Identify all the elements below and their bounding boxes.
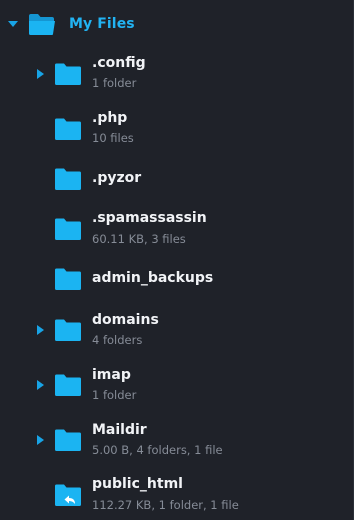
chevron-right-icon[interactable] xyxy=(37,69,44,79)
item-meta: 4 folders xyxy=(92,333,143,347)
tree-item-pyzor[interactable]: .pyzor xyxy=(0,158,353,210)
item-meta: 5.00 B, 4 folders, 1 file xyxy=(92,443,223,457)
file-tree: My Files .config 1 folder .php 10 files … xyxy=(0,0,354,520)
tree-item-config[interactable]: .config 1 folder xyxy=(0,48,353,100)
item-name[interactable]: imap xyxy=(92,367,131,383)
item-meta: 1 folder xyxy=(92,76,137,90)
tree-item-imap[interactable]: imap 1 folder xyxy=(0,360,353,412)
root-label[interactable]: My Files xyxy=(69,16,135,32)
chevron-down-icon[interactable] xyxy=(8,21,18,27)
item-meta: 1 folder xyxy=(92,388,137,402)
item-name[interactable]: .config xyxy=(92,55,146,71)
folder-icon xyxy=(54,117,82,141)
item-name[interactable]: domains xyxy=(92,312,159,328)
item-meta: 60.11 KB, 3 files xyxy=(92,232,186,246)
item-name[interactable]: .php xyxy=(92,110,127,126)
folder-icon xyxy=(54,373,82,397)
item-name[interactable]: admin_backups xyxy=(92,270,213,286)
folder-icon xyxy=(54,267,82,291)
tree-item-domains[interactable]: domains 4 folders xyxy=(0,305,353,357)
tree-item-admin-backups[interactable]: admin_backups xyxy=(0,258,353,310)
chevron-right-icon[interactable] xyxy=(37,435,44,445)
item-name[interactable]: public_html xyxy=(92,476,183,492)
folder-icon xyxy=(54,167,82,191)
tree-item-php[interactable]: .php 10 files xyxy=(0,103,353,155)
folder-icon xyxy=(54,217,82,241)
item-meta: 10 files xyxy=(92,131,134,145)
item-name[interactable]: .spamassassin xyxy=(92,210,207,226)
item-name[interactable]: Maildir xyxy=(92,422,147,438)
item-name[interactable]: .pyzor xyxy=(92,170,141,186)
tree-item-public-html[interactable]: public_html 112.27 KB, 1 folder, 1 file xyxy=(0,469,353,520)
tree-item-spamassassin[interactable]: .spamassassin 60.11 KB, 3 files xyxy=(0,204,353,256)
item-meta: 112.27 KB, 1 folder, 1 file xyxy=(92,498,239,512)
folder-icon xyxy=(54,318,82,342)
chevron-right-icon[interactable] xyxy=(37,380,44,390)
folder-icon xyxy=(54,62,82,86)
chevron-right-icon[interactable] xyxy=(37,325,44,335)
tree-item-maildir[interactable]: Maildir 5.00 B, 4 folders, 1 file xyxy=(0,415,353,467)
folder-icon xyxy=(54,428,82,452)
folder-shared-icon xyxy=(54,483,82,507)
folder-open-icon xyxy=(28,12,56,36)
